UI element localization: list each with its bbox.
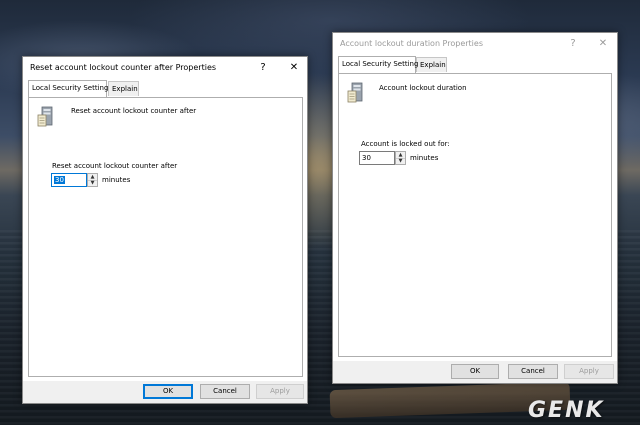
button-bar: OK Cancel Apply	[333, 361, 617, 383]
close-icon[interactable]: ✕	[589, 33, 617, 54]
server-policy-icon	[37, 106, 53, 127]
apply-button[interactable]: Apply	[564, 364, 614, 379]
account-lockout-duration-dialog: Account lockout duration Properties ? ✕ …	[332, 32, 618, 384]
ok-button[interactable]: OK	[143, 384, 193, 399]
cancel-button[interactable]: Cancel	[508, 364, 558, 379]
ok-button[interactable]: OK	[451, 364, 499, 379]
reset-counter-input[interactable]: 30	[51, 173, 87, 187]
settings-panel: Account lockout duration Account is lock…	[338, 73, 612, 357]
unit-label: minutes	[410, 154, 439, 162]
stepper-down-icon[interactable]: ▼	[88, 180, 97, 186]
lockout-duration-stepper[interactable]: ▲ ▼	[395, 151, 406, 165]
button-bar: OK Cancel Apply	[23, 381, 307, 403]
policy-name: Account lockout duration	[379, 84, 467, 92]
settings-panel: Reset account lockout counter after Rese…	[28, 97, 303, 377]
tab-local-security-setting[interactable]: Local Security Setting	[338, 56, 418, 73]
field-label: Account is locked out for:	[361, 140, 450, 148]
cancel-button[interactable]: Cancel	[200, 384, 250, 399]
server-policy-icon	[347, 82, 363, 103]
apply-button[interactable]: Apply	[256, 384, 304, 399]
field-label: Reset account lockout counter after	[52, 162, 178, 170]
reset-counter-stepper[interactable]: ▲ ▼	[87, 173, 98, 187]
unit-label: minutes	[102, 176, 131, 184]
lockout-duration-input[interactable]: 30	[359, 151, 395, 165]
close-icon[interactable]: ✕	[280, 57, 308, 78]
help-icon[interactable]: ?	[249, 57, 277, 78]
reset-lockout-counter-dialog: Reset account lockout counter after Prop…	[22, 56, 308, 404]
help-icon[interactable]: ?	[559, 33, 587, 54]
reset-counter-value: 30	[54, 176, 65, 184]
policy-name: Reset account lockout counter after	[71, 107, 197, 115]
lockout-duration-value: 30	[362, 154, 371, 162]
tab-explain[interactable]: Explain	[108, 81, 139, 96]
genk-watermark: GENK	[528, 398, 605, 423]
tab-explain[interactable]: Explain	[416, 57, 447, 72]
stepper-down-icon[interactable]: ▼	[396, 158, 405, 164]
tab-local-security-setting[interactable]: Local Security Setting	[28, 80, 108, 97]
